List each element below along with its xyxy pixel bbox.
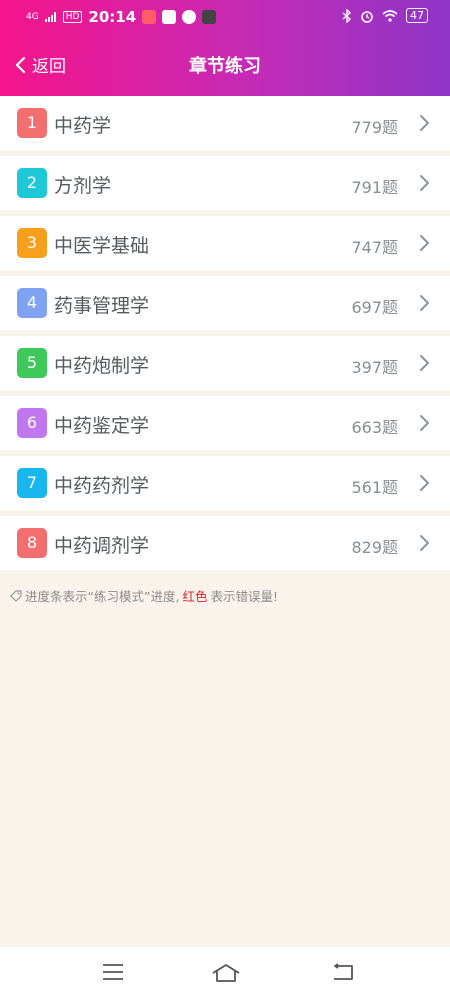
status-left: 4G HD 20:14 [26, 8, 217, 26]
home-icon[interactable] [211, 963, 241, 983]
header: 4G HD 20:14 47 返回 章节练习 [0, 0, 450, 96]
signal-bars-icon [44, 12, 56, 22]
chapter-name: 中药调剂学 [54, 535, 150, 557]
signal-label: 4G [26, 11, 39, 22]
tip-prefix: 进度条表示“练习模式”进度, [25, 589, 180, 604]
chapter-row[interactable]: 3 中医学基础 747题 [0, 216, 450, 270]
chapter-question-count: 397题 [351, 358, 398, 377]
chapter-list: 1 中药学 779题 2 方剂学 791题 3 中医学基础 747题 4 药事管理学 697题 5 中药炮… [0, 96, 450, 576]
chapter-index-badge: 4 [17, 288, 47, 318]
hd-badge: HD [62, 11, 83, 23]
chapter-index-badge: 7 [17, 468, 47, 498]
progress-tip: 进度条表示“练习模式”进度, 红色 表示错误量! [10, 586, 278, 605]
alarm-icon [361, 10, 373, 23]
status-right: 47 [342, 8, 428, 23]
app-notification-icon [142, 10, 157, 24]
chapter-row[interactable]: 1 中药学 779题 [0, 96, 450, 150]
m-app-icon [162, 10, 177, 24]
chapter-name: 中药药剂学 [54, 475, 150, 497]
k-app-icon [202, 10, 217, 24]
page-title: 章节练习 [189, 56, 261, 77]
chapter-name: 中医学基础 [54, 235, 150, 257]
chevron-left-icon [15, 56, 26, 73]
back-label: 返回 [32, 57, 66, 77]
chevron-right-icon [420, 175, 429, 191]
chapter-question-count: 779题 [351, 118, 398, 137]
clock: 20:14 [88, 8, 137, 26]
chevron-right-icon [420, 295, 429, 311]
tag-icon [10, 589, 22, 602]
chapter-question-count: 561题 [351, 478, 398, 497]
chapter-row[interactable]: 7 中药药剂学 561题 [0, 456, 450, 510]
chapter-row[interactable]: 4 药事管理学 697题 [0, 276, 450, 330]
chapter-index-badge: 3 [17, 228, 47, 258]
chapter-question-count: 829题 [351, 538, 398, 557]
chapter-name: 中药学 [54, 115, 112, 137]
chapter-name: 中药鉴定学 [54, 415, 150, 437]
chapter-question-count: 697题 [351, 298, 398, 317]
tip-red-word: 红色 [182, 589, 208, 604]
compass-app-icon [182, 10, 197, 24]
chapter-index-badge: 8 [17, 528, 47, 558]
system-nav-bar [0, 946, 450, 1000]
chapter-index-badge: 1 [17, 108, 47, 138]
menu-icon[interactable] [102, 963, 124, 981]
chapter-row[interactable]: 8 中药调剂学 829题 [0, 516, 450, 570]
chapter-index-badge: 5 [17, 348, 47, 378]
chapter-name: 方剂学 [54, 175, 112, 197]
chevron-right-icon [420, 235, 429, 251]
chapter-name: 中药炮制学 [54, 355, 150, 377]
tip-suffix: 表示错误量! [210, 589, 278, 604]
chapter-question-count: 663题 [351, 418, 398, 437]
chevron-right-icon [420, 475, 429, 491]
wifi-icon [382, 9, 398, 22]
battery-level: 47 [406, 8, 428, 23]
chapter-index-badge: 2 [17, 168, 47, 198]
chapter-index-badge: 6 [17, 408, 47, 438]
back-button[interactable]: 返回 [14, 52, 66, 77]
chapter-question-count: 791题 [351, 178, 398, 197]
status-bar: 4G HD 20:14 47 [0, 0, 450, 36]
chevron-right-icon [420, 355, 429, 371]
chapter-name: 药事管理学 [54, 295, 150, 317]
chevron-right-icon [420, 415, 429, 431]
chapter-row[interactable]: 6 中药鉴定学 663题 [0, 396, 450, 450]
chevron-right-icon [420, 115, 429, 131]
back-nav-icon[interactable] [330, 963, 354, 981]
chapter-row[interactable]: 2 方剂学 791题 [0, 156, 450, 210]
chapter-row[interactable]: 5 中药炮制学 397题 [0, 336, 450, 390]
chapter-question-count: 747题 [351, 238, 398, 257]
bluetooth-icon [342, 8, 352, 23]
chevron-right-icon [420, 535, 429, 551]
